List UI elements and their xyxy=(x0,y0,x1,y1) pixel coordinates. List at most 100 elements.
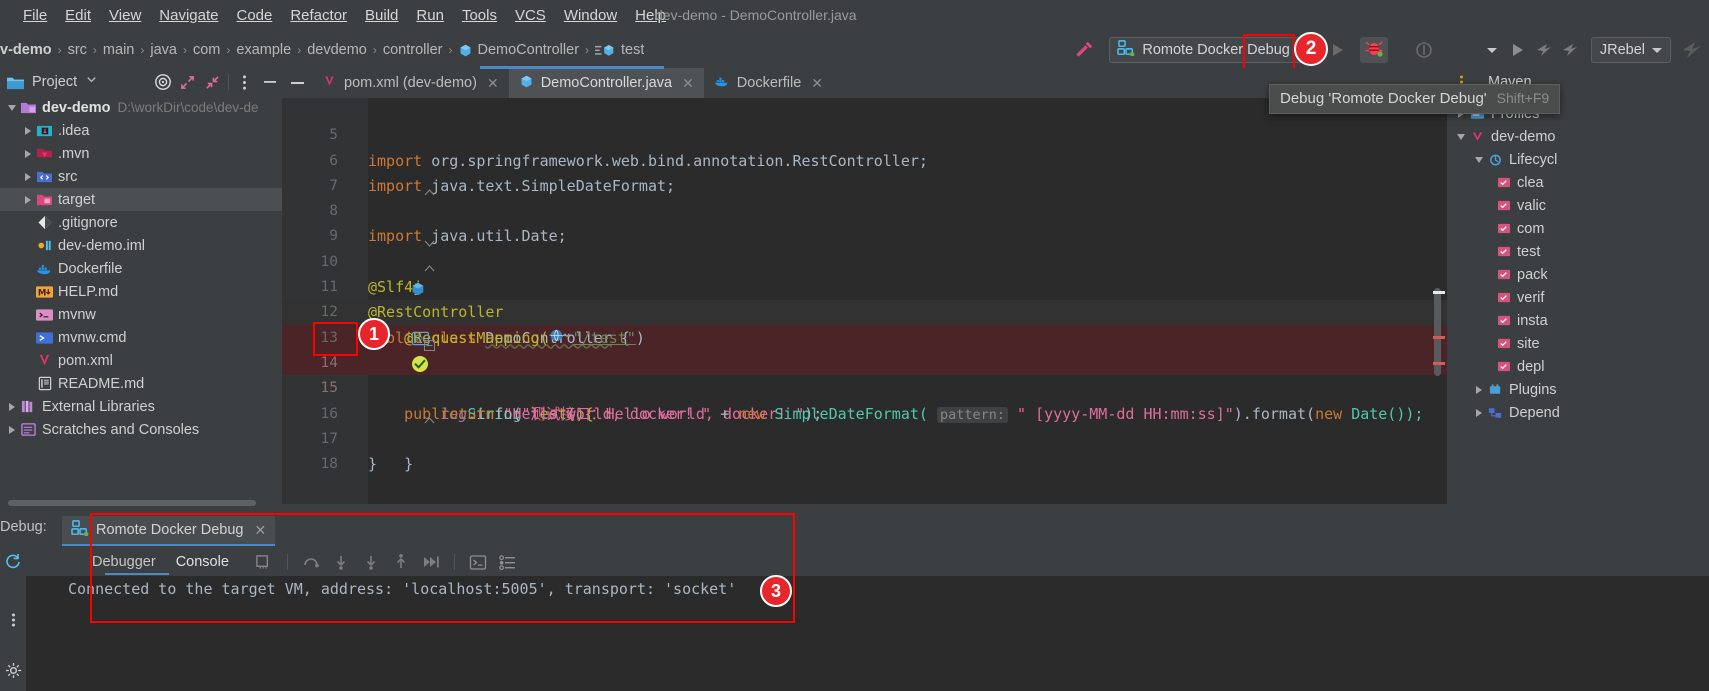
run-configuration-selector[interactable]: Romote Docker Debug xyxy=(1109,37,1317,63)
maven-goal-clean[interactable]: clea xyxy=(1447,171,1709,194)
expand-arrow-icon[interactable] xyxy=(20,126,36,135)
debug-session-tab[interactable]: Romote Docker Debug ✕ xyxy=(62,516,276,544)
jrebel-dropdown[interactable]: JRebel xyxy=(1590,37,1671,63)
menu-run[interactable]: Run xyxy=(407,5,453,27)
maven-item-dependencies[interactable]: Depend xyxy=(1447,401,1709,424)
maven-goal-validate[interactable]: valic xyxy=(1447,194,1709,217)
maven-goal-compile[interactable]: com xyxy=(1447,217,1709,240)
more-run-options-chevron-icon[interactable] xyxy=(1479,37,1505,63)
menu-window[interactable]: Window xyxy=(555,5,626,27)
menu-vcs[interactable]: VCS xyxy=(506,5,555,27)
attach-debugger-icon[interactable] xyxy=(1411,37,1437,63)
breadcrumb-item-src[interactable]: src xyxy=(68,42,87,58)
breadcrumb-item-devdemo[interactable]: devdemo xyxy=(307,42,367,58)
breadcrumb-item-project[interactable]: v-demo xyxy=(0,42,52,58)
step-out-icon[interactable] xyxy=(386,549,416,575)
tree-item-readme[interactable]: README.md xyxy=(0,372,282,395)
menu-navigate[interactable]: Navigate xyxy=(150,5,227,27)
maven-goal-test[interactable]: test xyxy=(1447,240,1709,263)
tree-item-mvn[interactable]: .mvn xyxy=(0,142,282,165)
expand-arrow-open-icon[interactable] xyxy=(4,104,20,111)
tab-pom-xml[interactable]: pom.xml (dev-demo) ✕ xyxy=(312,68,509,98)
breadcrumb-item-com[interactable]: com xyxy=(193,42,220,58)
settings-list-icon[interactable] xyxy=(493,549,523,575)
menu-view[interactable]: View xyxy=(100,5,150,27)
breadcrumb-item-class[interactable]: DemoController xyxy=(458,42,579,58)
menu-code[interactable]: Code xyxy=(227,5,281,27)
tree-item-root[interactable]: dev-demo D:\workDir\code\dev-de xyxy=(0,96,282,119)
editor-warning-stripe-marker-2[interactable] xyxy=(1433,362,1445,365)
breadcrumb-item-main[interactable]: main xyxy=(103,42,134,58)
scroll-from-source-icon[interactable] xyxy=(150,70,175,94)
expand-arrow-open-icon[interactable] xyxy=(1471,156,1487,163)
evaluate-expression-icon[interactable] xyxy=(463,549,493,575)
build-hammer-icon[interactable] xyxy=(1071,37,1097,63)
expand-arrow-icon[interactable] xyxy=(1471,385,1487,394)
layout-settings-icon[interactable] xyxy=(249,549,279,575)
project-panel-chevron-icon[interactable] xyxy=(85,73,98,91)
debug-button[interactable] xyxy=(1357,35,1391,65)
menu-tools[interactable]: Tools xyxy=(453,5,506,27)
maven-item-dev-demo[interactable]: dev-demo xyxy=(1447,125,1709,148)
expand-arrow-icon[interactable] xyxy=(4,402,20,411)
breadcrumb-item-java[interactable]: java xyxy=(150,42,177,58)
tab-close-icon[interactable]: ✕ xyxy=(682,75,694,92)
tree-item-gitignore[interactable]: .gitignore xyxy=(0,211,282,234)
maven-goal-install[interactable]: insta xyxy=(1447,309,1709,332)
tree-item-idea[interactable]: .idea xyxy=(0,119,282,142)
maven-item-plugins[interactable]: Plugins xyxy=(1447,378,1709,401)
code-editor[interactable]: 5 import org.springframework.web.bind.an… xyxy=(282,98,1447,504)
expand-arrow-icon[interactable] xyxy=(20,149,36,158)
hide-panel-icon[interactable] xyxy=(257,70,282,94)
expand-arrow-icon[interactable] xyxy=(1471,408,1487,417)
project-options-icon[interactable] xyxy=(232,70,257,94)
maven-item-lifecycle[interactable]: Lifecycl xyxy=(1447,148,1709,171)
tree-item-pom-xml[interactable]: pom.xml xyxy=(0,349,282,372)
step-into-icon[interactable] xyxy=(326,549,356,575)
debug-settings-icon[interactable] xyxy=(0,656,26,684)
tab-dockerfile[interactable]: Dockerfile ✕ xyxy=(704,68,833,98)
tree-item-src[interactable]: src xyxy=(0,165,282,188)
debug-session-close-icon[interactable]: ✕ xyxy=(255,522,267,539)
tab-close-icon[interactable]: ✕ xyxy=(811,75,823,92)
jrebel-run-icon[interactable] xyxy=(1531,37,1557,63)
tree-item-help-md[interactable]: M HELP.md xyxy=(0,280,282,303)
hide-tabs-icon[interactable] xyxy=(282,68,312,98)
breadcrumb-item-controller[interactable]: controller xyxy=(383,42,443,58)
run-with-coverage-button[interactable] xyxy=(1505,37,1531,63)
jrebel-debug-icon[interactable] xyxy=(1557,37,1583,63)
editor-warning-stripe-marker[interactable] xyxy=(1433,336,1445,339)
force-step-into-icon[interactable] xyxy=(356,549,386,575)
breadcrumb-item-example[interactable]: example xyxy=(236,42,291,58)
expand-arrow-icon[interactable] xyxy=(4,425,20,434)
tab-debugger[interactable]: Debugger xyxy=(82,554,166,570)
expand-arrow-open-icon[interactable] xyxy=(1453,133,1469,140)
maven-goal-package[interactable]: pack xyxy=(1447,263,1709,286)
expand-all-icon[interactable] xyxy=(175,70,200,94)
expand-arrow-icon[interactable] xyxy=(20,195,36,204)
editor-error-stripe-marker[interactable] xyxy=(1433,291,1445,294)
run-button[interactable] xyxy=(1325,37,1351,63)
menu-refactor[interactable]: Refactor xyxy=(281,5,356,27)
tree-item-scratches[interactable]: Scratches and Consoles xyxy=(0,418,282,441)
project-panel-horizontal-scrollbar[interactable] xyxy=(8,500,256,506)
tab-console[interactable]: Console xyxy=(166,554,239,570)
step-over-icon[interactable] xyxy=(296,549,326,575)
maven-goal-verify[interactable]: verif xyxy=(1447,286,1709,309)
tab-close-icon[interactable]: ✕ xyxy=(487,75,499,92)
expand-arrow-icon[interactable] xyxy=(20,172,36,181)
run-to-cursor-icon[interactable] xyxy=(416,549,446,575)
tree-item-iml[interactable]: dev-demo.iml xyxy=(0,234,282,257)
menu-edit[interactable]: Edit xyxy=(56,5,100,27)
menu-file[interactable]: File xyxy=(14,5,56,27)
collapse-all-icon[interactable] xyxy=(200,70,225,94)
breadcrumb-item-method[interactable]: test xyxy=(595,42,644,58)
jrebel-logo-icon[interactable] xyxy=(1679,37,1705,63)
debug-rail-options-icon[interactable] xyxy=(0,606,26,634)
tree-item-mvnw-cmd[interactable]: mvnw.cmd xyxy=(0,326,282,349)
tree-item-external-libraries[interactable]: External Libraries xyxy=(0,395,282,418)
maven-goal-site[interactable]: site xyxy=(1447,332,1709,355)
tab-democontroller-java[interactable]: DemoController.java ✕ xyxy=(508,68,704,98)
tree-item-mvnw[interactable]: mvnw xyxy=(0,303,282,326)
menu-build[interactable]: Build xyxy=(356,5,407,27)
